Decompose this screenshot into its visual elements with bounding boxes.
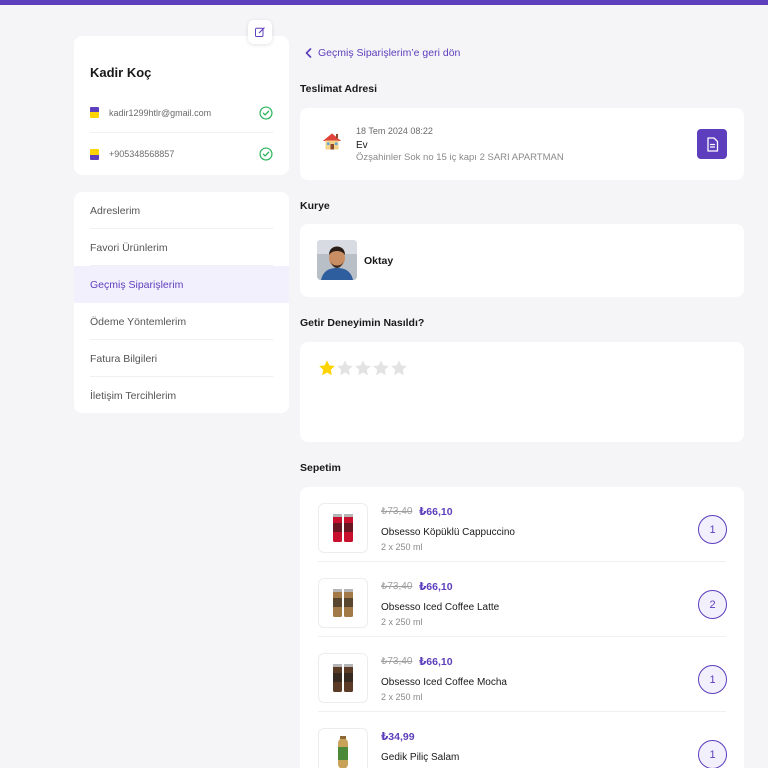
email-icon bbox=[90, 107, 99, 118]
menu-item-label: Ödeme Yöntemlerim bbox=[90, 315, 187, 328]
basket-item: ₺73,40 ₺66,10 Obsesso Iced Coffee Mocha … bbox=[318, 637, 727, 712]
house-icon bbox=[323, 133, 341, 150]
email-text: kadir1299htlr@gmail.com bbox=[109, 107, 212, 118]
old-price: ₺73,40 bbox=[381, 506, 413, 517]
courier-title: Kurye bbox=[300, 200, 330, 212]
chevron-left-icon bbox=[305, 48, 312, 58]
menu-item-label: İletişim Tercihlerim bbox=[90, 389, 177, 402]
menu-item-invoice-info[interactable]: Fatura Bilgileri bbox=[74, 340, 289, 377]
basket-item: ₺34,99 Gedik Piliç Salam 1 bbox=[318, 712, 727, 768]
back-link-label: Geçmiş Siparişlerim’e geri dön bbox=[318, 47, 461, 59]
star-icon[interactable] bbox=[354, 359, 372, 377]
price: ₺34,99 bbox=[381, 731, 415, 743]
star-icon[interactable] bbox=[372, 359, 390, 377]
discounted-price: ₺66,10 bbox=[419, 506, 453, 518]
delivery-address-card: 18 Tem 2024 08:22 Ev Özşahinler Sok no 1… bbox=[300, 108, 744, 180]
discounted-price: ₺66,10 bbox=[419, 581, 453, 593]
menu-item-addresses[interactable]: Adreslerim bbox=[74, 192, 289, 229]
product-image bbox=[318, 653, 368, 703]
discounted-price: ₺66,10 bbox=[419, 656, 453, 668]
quantity-badge: 2 bbox=[698, 590, 727, 619]
product-name: Obsesso Köpüklü Cappuccino bbox=[381, 527, 515, 538]
phone-icon bbox=[90, 148, 99, 160]
address-name: Ev bbox=[356, 140, 368, 151]
user-name: Kadir Koç bbox=[90, 65, 152, 80]
order-date: 18 Tem 2024 08:22 bbox=[356, 126, 433, 136]
phone-row: +905348568857 bbox=[90, 134, 273, 174]
invoice-button[interactable] bbox=[697, 129, 727, 159]
document-icon bbox=[706, 136, 718, 152]
product-image bbox=[318, 728, 368, 768]
delivery-address-title: Teslimat Adresi bbox=[300, 83, 378, 95]
verified-check-icon bbox=[259, 147, 273, 161]
star-icon[interactable] bbox=[336, 359, 354, 377]
menu-item-label: Adreslerim bbox=[90, 204, 141, 217]
product-size: 2 x 250 ml bbox=[381, 542, 423, 552]
quantity-badge: 1 bbox=[698, 515, 727, 544]
account-menu: Adreslerim Favori Ürünlerim Geçmiş Sipar… bbox=[74, 192, 289, 413]
star-rating bbox=[318, 359, 408, 377]
old-price: ₺73,40 bbox=[381, 656, 413, 667]
address-line: Özşahinler Sok no 15 iç kapı 2 SARI APAR… bbox=[356, 152, 564, 163]
menu-item-communication-preferences[interactable]: İletişim Tercihlerim bbox=[74, 377, 289, 413]
quantity-badge: 1 bbox=[698, 665, 727, 694]
quantity-badge: 1 bbox=[698, 740, 727, 768]
courier-card: Oktay bbox=[300, 224, 744, 297]
rating-card bbox=[300, 342, 744, 442]
email-row: kadir1299htlr@gmail.com bbox=[90, 93, 273, 133]
rating-title: Getir Deneyimin Nasıldı? bbox=[300, 317, 425, 329]
profile-card: Kadir Koç kadir1299htlr@gmail.com +90534… bbox=[74, 36, 289, 175]
menu-item-label: Geçmiş Siparişlerim bbox=[90, 278, 184, 291]
courier-avatar bbox=[317, 240, 357, 280]
basket-item: ₺73,40 ₺66,10 Obsesso Köpüklü Cappuccino… bbox=[318, 487, 727, 562]
basket-item: ₺73,40 ₺66,10 Obsesso Iced Coffee Latte … bbox=[318, 562, 727, 637]
basket-card: ₺73,40 ₺66,10 Obsesso Köpüklü Cappuccino… bbox=[300, 487, 744, 768]
product-name: Obsesso Iced Coffee Latte bbox=[381, 602, 500, 613]
menu-item-label: Favori Ürünlerim bbox=[90, 241, 168, 254]
star-icon[interactable] bbox=[390, 359, 408, 377]
verified-check-icon bbox=[259, 105, 273, 120]
product-size: 2 x 250 ml bbox=[381, 692, 423, 702]
old-price: ₺73,40 bbox=[381, 581, 413, 592]
menu-item-payment-methods[interactable]: Ödeme Yöntemlerim bbox=[74, 303, 289, 340]
menu-item-favorites[interactable]: Favori Ürünlerim bbox=[74, 229, 289, 266]
product-image bbox=[318, 503, 368, 553]
menu-item-past-orders[interactable]: Geçmiş Siparişlerim bbox=[74, 266, 289, 303]
menu-item-label: Fatura Bilgileri bbox=[90, 352, 158, 365]
product-name: Obsesso Iced Coffee Mocha bbox=[381, 677, 507, 688]
product-image bbox=[318, 578, 368, 628]
product-name: Gedik Piliç Salam bbox=[381, 752, 460, 763]
star-icon[interactable] bbox=[318, 359, 336, 377]
product-size: 2 x 250 ml bbox=[381, 617, 423, 627]
phone-text: +905348568857 bbox=[109, 149, 175, 159]
basket-title: Sepetim bbox=[300, 462, 341, 474]
back-to-past-orders-link[interactable]: Geçmiş Siparişlerim’e geri dön bbox=[305, 47, 460, 59]
edit-profile-button[interactable] bbox=[248, 20, 272, 44]
pencil-icon bbox=[255, 27, 265, 37]
top-accent-bar bbox=[0, 0, 768, 5]
courier-name: Oktay bbox=[364, 255, 394, 267]
